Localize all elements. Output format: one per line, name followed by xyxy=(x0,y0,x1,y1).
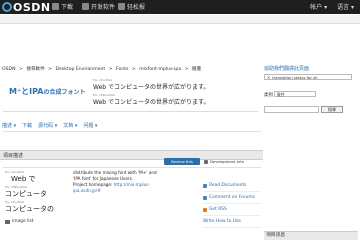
get-rss-label: Get RSS xyxy=(209,207,227,212)
nav-chamber[interactable]: 轻松报 xyxy=(118,2,145,11)
translate-page-link[interactable]: 協助我們翻譯此頁面 xyxy=(264,66,358,72)
project-screenshot-thumbnail[interactable]: M+ 1P+IPAG Web で M+ 1MN+IPAG コンピュータ M+ 2… xyxy=(3,169,73,233)
project-actions: Read Documents Comment on Forums Get RSS… xyxy=(203,180,261,228)
translation-status-box[interactable]: ✕ translation status for zh xyxy=(264,74,352,80)
project-info-panel-title: 項目訊息 xyxy=(264,231,358,240)
section-title: 項目描述 xyxy=(3,153,24,159)
image-list-link[interactable]: image list xyxy=(5,219,34,224)
rss-icon xyxy=(203,207,207,212)
osdn-logo[interactable]: OSDN xyxy=(2,0,51,14)
document-icon xyxy=(203,183,207,188)
review-project-button[interactable]: Review this project xyxy=(164,158,200,171)
breadcrumb-sep: > xyxy=(18,67,23,72)
category-select[interactable]: 軟件 xyxy=(274,91,316,97)
tab-source[interactable]: 源代码 ▾ xyxy=(38,122,57,129)
image-list-label: image list xyxy=(12,219,34,224)
write-how-to-use-label: Write How to Use xyxy=(203,219,241,224)
development-info-link[interactable]: Development Info xyxy=(204,159,244,164)
homepage-line: Project homepage: http://mix-mplus-ipa.o… xyxy=(73,182,161,194)
sample1-text: Web でコンピュータの世界が広がります。 xyxy=(93,84,210,91)
tab-description[interactable]: 描述 ▾ xyxy=(2,122,16,129)
divider xyxy=(3,167,261,168)
brand-main: M⁺とIPA xyxy=(9,87,44,96)
read-documents-link[interactable]: Read Documents xyxy=(203,180,261,192)
project-banner: M⁺とIPAの合成フォント M+ 1P+IPAG Web でコンピュータの世界が… xyxy=(3,73,258,112)
sample2-text: Web でコンピュータの世界が広がります。 xyxy=(93,99,210,106)
breadcrumb: OSDN > 搜尋軟件 > Desktop Environment > Font… xyxy=(2,66,203,72)
search-button[interactable]: 搜尋 xyxy=(321,106,343,113)
breadcrumb-osdn[interactable]: OSDN xyxy=(2,67,16,72)
nav-chamber-label: 轻松报 xyxy=(127,4,146,11)
thumb-line3: コンピュータの xyxy=(5,205,54,213)
nav-download-label: 下載 xyxy=(61,4,74,11)
top-navigation-bar: OSDN 下載 开发软件 轻松报 帐户 ▾ 语言 ▾ xyxy=(0,0,360,14)
breadcrumb-sep: > xyxy=(48,67,53,72)
tab-download[interactable]: 下載 xyxy=(22,122,32,129)
search-button-label: 搜尋 xyxy=(328,106,336,112)
comment-forums-link[interactable]: Comment on Forums xyxy=(203,192,261,204)
breadcrumb-project[interactable]: mixfont-mplus-ipa xyxy=(139,67,181,72)
project-tabs: 描述 ▾ 下載 源代码 ▾ 文档 ▾ 问题 ▾ xyxy=(2,122,97,129)
nav-download[interactable]: 下載 xyxy=(52,2,73,11)
homepage-label: Project homepage: xyxy=(73,182,113,187)
development-info-icon xyxy=(204,159,208,164)
translation-status-label: translation status for zh xyxy=(272,74,318,80)
write-how-to-use-link[interactable]: Write How to Use xyxy=(203,216,261,228)
thumb-line1: Web で xyxy=(11,175,36,183)
subheader-strip xyxy=(0,15,360,24)
breadcrumb-sep: > xyxy=(184,67,189,72)
language-menu[interactable]: 语言 ▾ xyxy=(337,2,354,11)
nav-develop[interactable]: 开发软件 xyxy=(82,2,115,11)
description-text: distribute the mixing font with 'M+' and… xyxy=(73,170,157,181)
chamber-icon xyxy=(118,3,125,10)
download-icon xyxy=(52,3,59,10)
brand-sub: の合成フォント xyxy=(43,89,86,96)
breadcrumb-fonts[interactable]: Fonts xyxy=(116,67,128,72)
breadcrumb-desktop[interactable]: Desktop Environment xyxy=(56,67,106,72)
breadcrumb-current: 搬遷 xyxy=(191,67,202,72)
thumb-line2: コンピュータ xyxy=(5,190,47,198)
close-icon: ✕ xyxy=(267,74,271,80)
get-rss-link[interactable]: Get RSS xyxy=(203,204,261,216)
breadcrumb-sep: > xyxy=(108,67,113,72)
development-info-label: Development Info xyxy=(210,159,244,164)
tab-issues[interactable]: 问题 ▾ xyxy=(83,122,97,129)
comment-icon xyxy=(203,195,207,200)
project-description: distribute the mixing font with 'M+' and… xyxy=(73,170,161,194)
breadcrumb-software[interactable]: 搜尋軟件 xyxy=(26,67,44,72)
category-label: 类别 xyxy=(264,93,273,98)
sidebar: 協助我們翻譯此頁面 ✕ translation status for zh xyxy=(264,66,358,80)
project-brand: M⁺とIPAの合成フォント xyxy=(9,86,86,97)
breadcrumb-sep: > xyxy=(131,67,136,72)
image-icon xyxy=(5,219,10,224)
logo-text: OSDN xyxy=(13,0,51,14)
account-menu[interactable]: 帐户 ▾ xyxy=(310,2,327,11)
develop-icon xyxy=(82,3,89,10)
search-input[interactable] xyxy=(264,106,319,113)
comment-forums-label: Comment on Forums xyxy=(209,195,255,200)
logo-mark-icon xyxy=(2,2,12,12)
nav-develop-label: 开发软件 xyxy=(91,4,116,11)
read-documents-label: Read Documents xyxy=(209,183,247,188)
tab-docs[interactable]: 文档 ▾ xyxy=(63,122,77,129)
divider xyxy=(3,131,261,132)
header-right-menu: 帐户 ▾ 语言 ▾ xyxy=(310,2,354,11)
